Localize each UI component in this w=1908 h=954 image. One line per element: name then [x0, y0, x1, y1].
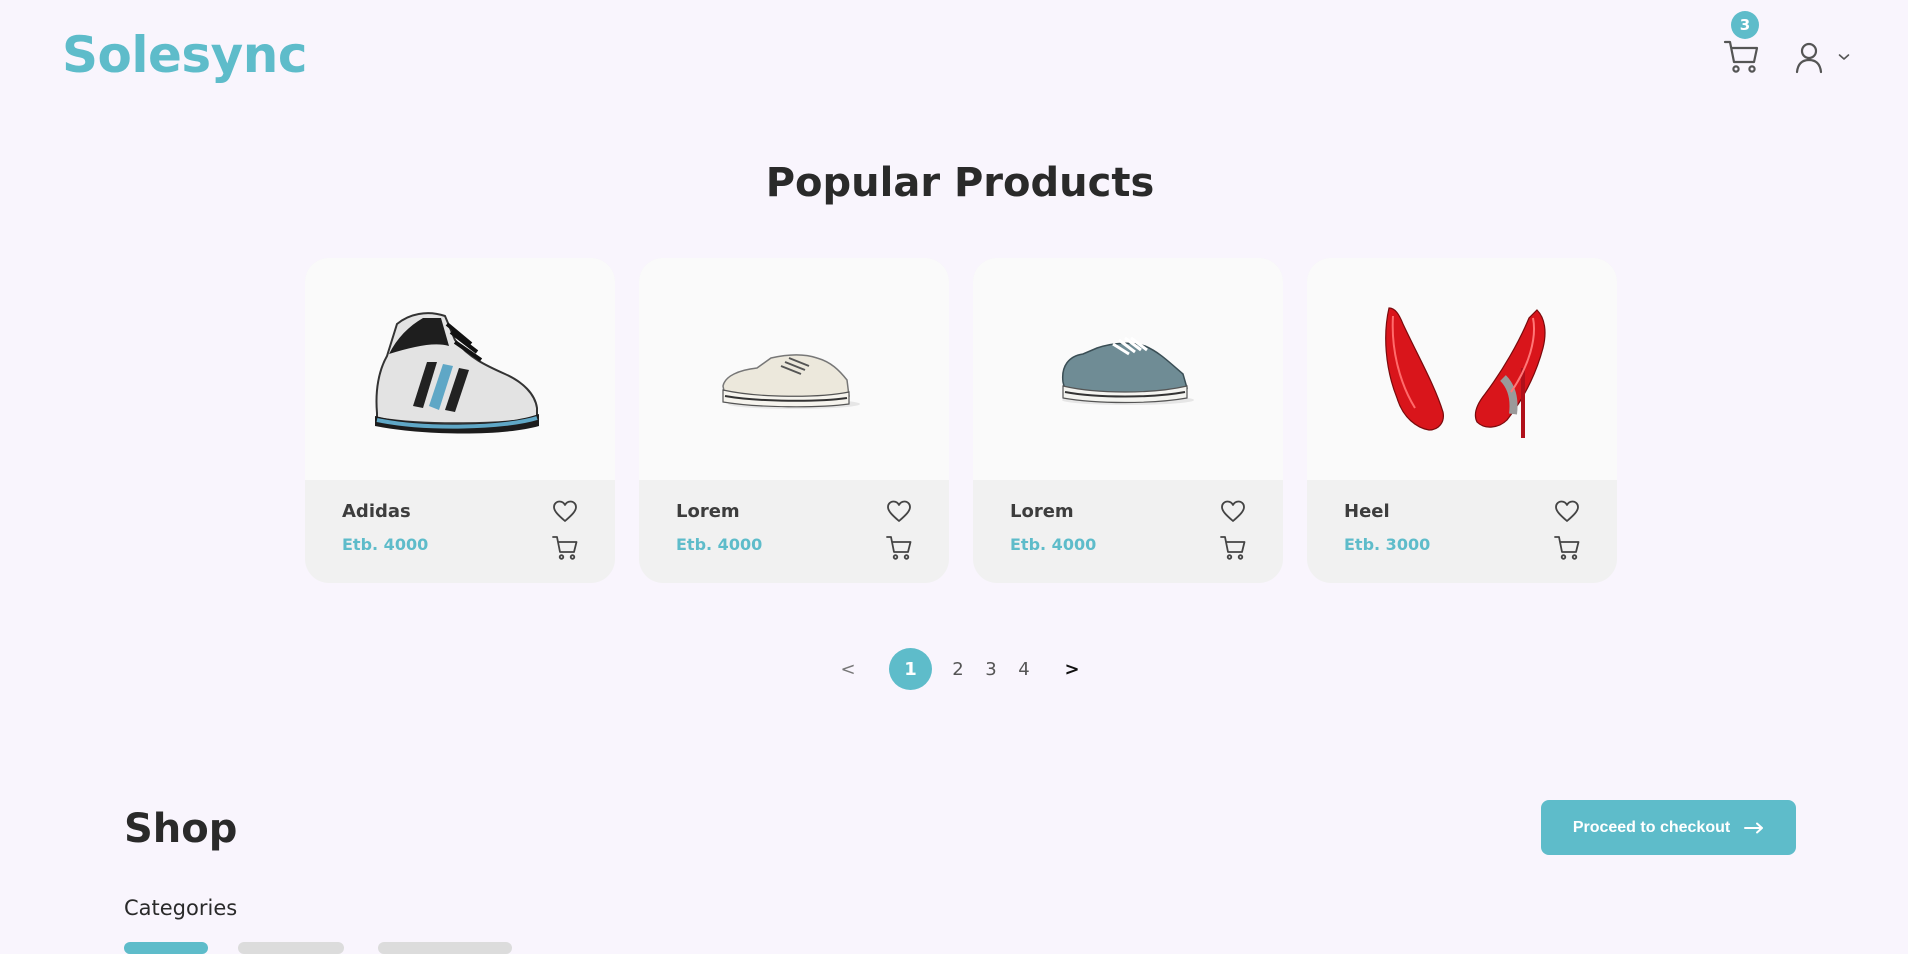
product-image-teal-canvas-sneaker[interactable] [973, 258, 1283, 480]
pagination-next-button[interactable]: > [1060, 648, 1084, 690]
wishlist-heart-icon[interactable] [1554, 499, 1580, 525]
product-name: Lorem [676, 501, 740, 522]
shop-title: Shop [124, 806, 238, 852]
add-to-cart-icon[interactable] [551, 533, 579, 561]
product-price: Etb. 4000 [676, 535, 763, 554]
product-card[interactable]: Lorem Etb. 4000 [973, 258, 1283, 583]
checkout-button-label: Proceed to checkout [1572, 818, 1731, 836]
chevron-down-icon [1838, 54, 1850, 60]
pagination-prev-button[interactable]: < [836, 648, 860, 690]
pagination-page-4[interactable]: 4 [1016, 648, 1032, 690]
pagination-page-3[interactable]: 3 [983, 648, 999, 690]
wishlist-heart-icon[interactable] [552, 499, 578, 525]
wishlist-heart-icon[interactable] [1220, 499, 1246, 525]
header-cart-button[interactable] [1722, 36, 1762, 76]
product-image-red-stiletto-heels[interactable] [1307, 258, 1617, 480]
user-menu[interactable] [1794, 40, 1856, 74]
category-chip[interactable] [124, 942, 208, 954]
product-name: Adidas [342, 501, 411, 522]
product-name: Heel [1344, 501, 1390, 522]
add-to-cart-icon[interactable] [1553, 533, 1581, 561]
product-card[interactable]: Heel Etb. 3000 [1307, 258, 1617, 583]
pagination: < 1 2 3 4 > [836, 648, 1086, 690]
add-to-cart-icon[interactable] [1219, 533, 1247, 561]
product-card[interactable]: Lorem Etb. 4000 [639, 258, 949, 583]
category-chip[interactable] [238, 942, 344, 954]
arrow-right-icon [1744, 822, 1764, 833]
product-image-white-canvas-sneaker[interactable] [639, 258, 949, 480]
cart-icon [1723, 40, 1759, 73]
cart-count-badge: 3 [1731, 11, 1759, 39]
proceed-to-checkout-button[interactable]: Proceed to checkout [1541, 800, 1796, 855]
pagination-page-2[interactable]: 2 [950, 648, 966, 690]
user-icon [1795, 42, 1823, 74]
product-card[interactable]: Adidas Etb. 4000 [305, 258, 615, 583]
product-grid: Adidas Etb. 4000 Lorem Etb. 4000 Lorem E… [305, 258, 1617, 583]
product-price: Etb. 4000 [1010, 535, 1097, 554]
category-chip[interactable] [378, 942, 512, 954]
categories-label: Categories [124, 896, 238, 920]
product-name: Lorem [1010, 501, 1074, 522]
product-price: Etb. 4000 [342, 535, 429, 554]
wishlist-heart-icon[interactable] [886, 499, 912, 525]
product-price: Etb. 3000 [1344, 535, 1431, 554]
popular-products-title: Popular Products [765, 160, 1155, 206]
pagination-page-1[interactable]: 1 [889, 648, 932, 690]
add-to-cart-icon[interactable] [885, 533, 913, 561]
product-image-basketball-sneaker[interactable] [305, 258, 615, 480]
header: Solesync 3 [0, 0, 1908, 110]
logo[interactable]: Solesync [62, 26, 308, 84]
